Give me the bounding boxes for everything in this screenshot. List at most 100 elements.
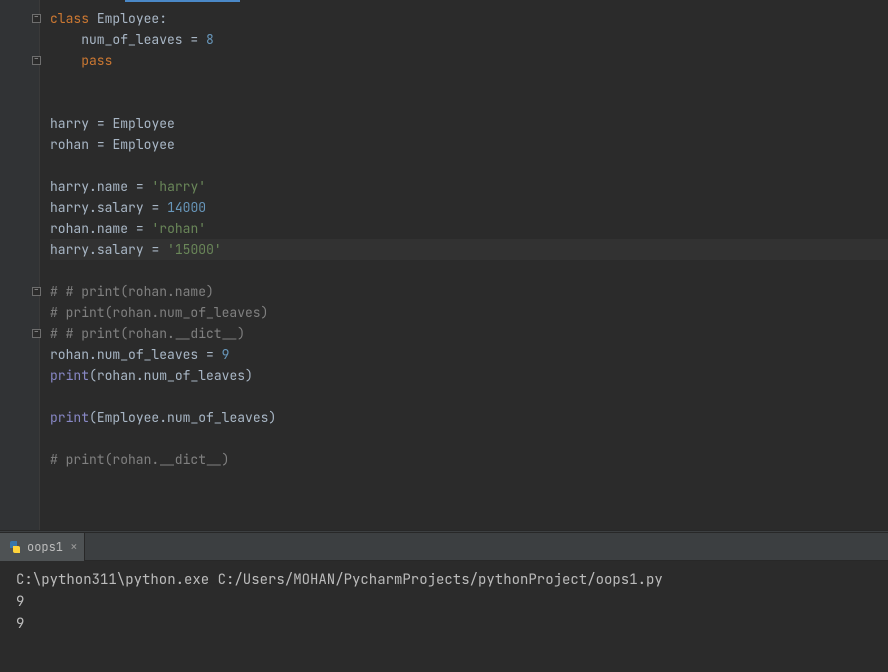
token-id: name (97, 220, 128, 237)
token-id: num_of_leaves (81, 31, 182, 48)
token-id: rohan (97, 367, 136, 384)
token-punct (159, 241, 167, 258)
run-tabs-bar: oops1 × (0, 533, 888, 561)
token-kw: class (50, 10, 89, 27)
fold-marker-icon[interactable] (32, 56, 41, 65)
code-line[interactable] (50, 470, 888, 491)
token-num: 8 (206, 31, 214, 48)
token-punct: . (89, 346, 97, 363)
token-punct (89, 10, 97, 27)
code-line[interactable] (50, 155, 888, 176)
token-punct: ) (268, 409, 276, 426)
token-op: = (136, 220, 144, 237)
token-comment: # # print(rohan.__dict__) (50, 325, 245, 342)
token-id: harry (50, 199, 89, 216)
close-icon[interactable]: × (70, 538, 78, 555)
code-line[interactable]: # # print(rohan.__dict__) (50, 323, 888, 344)
token-op: = (136, 178, 144, 195)
token-punct (214, 346, 222, 363)
token-id: salary (97, 199, 144, 216)
python-file-icon (8, 540, 22, 554)
token-punct: . (89, 178, 97, 195)
token-op: = (206, 346, 214, 363)
code-line[interactable]: num_of_leaves = 8 (50, 29, 888, 50)
code-line[interactable]: print(rohan.num_of_leaves) (50, 365, 888, 386)
code-line[interactable]: rohan.num_of_leaves = 9 (50, 344, 888, 365)
token-kw: pass (81, 52, 112, 69)
token-comment: # # print(rohan.name) (50, 283, 214, 300)
token-str: '15000' (167, 241, 222, 258)
token-punct (159, 199, 167, 216)
token-punct (50, 31, 81, 48)
token-builtin: print (50, 409, 89, 426)
token-id: Employee (112, 136, 174, 153)
token-punct: . (136, 367, 144, 384)
code-line[interactable]: # # print(rohan.name) (50, 281, 888, 302)
token-punct: . (89, 199, 97, 216)
fold-marker-icon[interactable] (32, 14, 41, 23)
code-line[interactable] (50, 428, 888, 449)
token-num: 14000 (167, 199, 206, 216)
run-tab-label: oops1 (27, 539, 63, 555)
code-line[interactable]: print(Employee.num_of_leaves) (50, 407, 888, 428)
token-str: 'harry' (151, 178, 206, 195)
token-num: 9 (222, 346, 230, 363)
code-line[interactable]: # print(rohan.__dict__) (50, 449, 888, 470)
token-id: rohan (50, 346, 89, 363)
code-line[interactable]: # print(rohan.num_of_leaves) (50, 302, 888, 323)
token-id: name (97, 178, 128, 195)
fold-marker-icon[interactable] (32, 287, 41, 296)
run-tool-window: oops1 × C:\python311\python.exe C:/Users… (0, 533, 888, 672)
token-id: salary (97, 241, 144, 258)
token-id: Employee (97, 10, 159, 27)
token-punct: ( (89, 409, 97, 426)
code-editor[interactable]: class Employee: num_of_leaves = 8 pass ha… (0, 0, 888, 530)
token-id: num_of_leaves (97, 346, 198, 363)
token-id: harry (50, 115, 89, 132)
code-line[interactable]: rohan.name = 'rohan' (50, 218, 888, 239)
token-punct (198, 346, 206, 363)
run-tab-oops1[interactable]: oops1 × (0, 533, 85, 561)
code-line[interactable]: pass (50, 50, 888, 71)
token-punct (50, 52, 81, 69)
code-line[interactable]: rohan = Employee (50, 134, 888, 155)
code-line[interactable] (50, 71, 888, 92)
code-line[interactable] (50, 92, 888, 113)
token-id: rohan (50, 136, 89, 153)
token-id: num_of_leaves (167, 409, 268, 426)
code-line[interactable]: harry.salary = '15000' (50, 239, 888, 260)
token-punct: : (159, 10, 167, 27)
token-id: num_of_leaves (144, 367, 245, 384)
code-content[interactable]: class Employee: num_of_leaves = 8 pass ha… (40, 0, 888, 530)
token-id: Employee (97, 409, 159, 426)
token-id: harry (50, 178, 89, 195)
editor-gutter[interactable] (0, 0, 40, 530)
token-punct (89, 115, 97, 132)
token-punct (198, 31, 206, 48)
token-comment: # print(rohan.num_of_leaves) (50, 304, 268, 321)
token-op: = (97, 115, 105, 132)
token-punct: . (89, 241, 97, 258)
code-line[interactable]: harry.salary = 14000 (50, 197, 888, 218)
token-punct (128, 178, 136, 195)
code-line[interactable]: class Employee: (50, 8, 888, 29)
token-id: Employee (112, 115, 174, 132)
code-line[interactable] (50, 260, 888, 281)
token-punct: . (89, 220, 97, 237)
code-line[interactable]: harry.name = 'harry' (50, 176, 888, 197)
code-line[interactable]: harry = Employee (50, 113, 888, 134)
console-output[interactable]: C:\python311\python.exe C:/Users/MOHAN/P… (0, 561, 888, 672)
fold-marker-icon[interactable] (32, 329, 41, 338)
token-punct (89, 136, 97, 153)
token-punct: ) (245, 367, 253, 384)
code-line[interactable] (50, 386, 888, 407)
token-str: 'rohan' (151, 220, 206, 237)
token-punct: ( (89, 367, 97, 384)
token-punct (128, 220, 136, 237)
token-op: = (97, 136, 105, 153)
token-builtin: print (50, 367, 89, 384)
token-comment: # print(rohan.__dict__) (50, 451, 229, 468)
token-id: rohan (50, 220, 89, 237)
token-id: harry (50, 241, 89, 258)
token-punct: . (159, 409, 167, 426)
